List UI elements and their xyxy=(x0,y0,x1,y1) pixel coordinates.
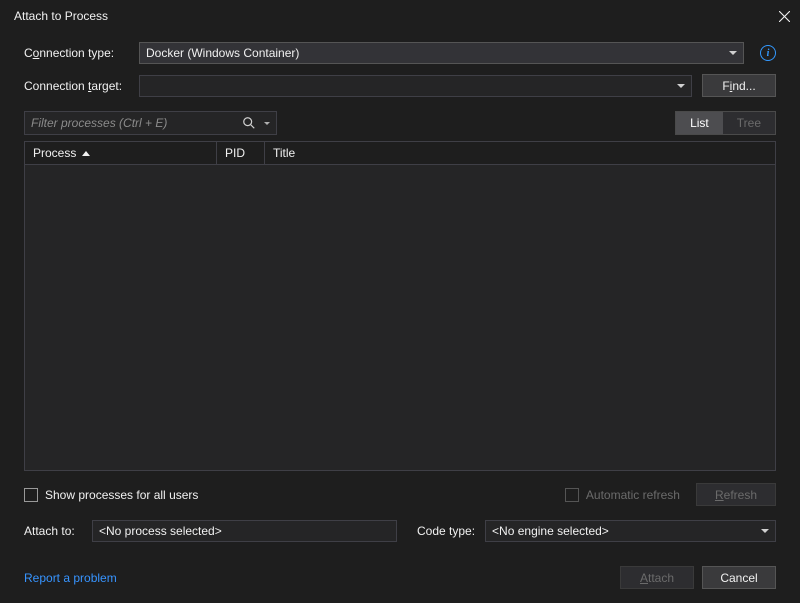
checkbox-icon xyxy=(24,488,38,502)
show-all-users-label: Show processes for all users xyxy=(45,488,198,502)
sort-ascending-icon xyxy=(82,151,90,156)
connection-type-value: Docker (Windows Container) xyxy=(146,46,299,60)
connection-target-row: Connection target: Find... xyxy=(24,74,776,97)
close-icon xyxy=(779,11,790,22)
connection-type-label: Connection type: xyxy=(24,46,129,60)
column-header-pid[interactable]: PID xyxy=(217,142,265,164)
chevron-down-icon[interactable] xyxy=(264,122,270,125)
auto-refresh-label: Automatic refresh xyxy=(586,488,680,502)
attach-button: Attach xyxy=(620,566,694,589)
window-title: Attach to Process xyxy=(14,9,108,23)
view-mode-group: List Tree xyxy=(675,111,776,135)
report-problem-link[interactable]: Report a problem xyxy=(24,571,117,585)
table-header-row: Process PID Title xyxy=(25,142,775,165)
table-body xyxy=(25,165,775,470)
checkbox-icon xyxy=(565,488,579,502)
attach-to-field: <No process selected> xyxy=(92,520,397,542)
filter-placeholder: Filter processes (Ctrl + E) xyxy=(31,116,242,130)
code-type-select[interactable]: <No engine selected> xyxy=(485,520,776,542)
connection-target-select[interactable] xyxy=(139,75,692,97)
close-button[interactable] xyxy=(772,4,796,28)
filter-input[interactable]: Filter processes (Ctrl + E) xyxy=(24,111,277,135)
refresh-button: Refresh xyxy=(696,483,776,506)
chevron-down-icon xyxy=(677,84,685,88)
cancel-button[interactable]: Cancel xyxy=(702,566,776,589)
title-bar: Attach to Process xyxy=(0,0,800,32)
info-icon[interactable]: i xyxy=(760,45,776,61)
connection-type-select[interactable]: Docker (Windows Container) xyxy=(139,42,744,64)
code-type-label: Code type: xyxy=(417,524,475,538)
chevron-down-icon xyxy=(761,529,769,533)
show-all-users-checkbox[interactable]: Show processes for all users xyxy=(24,488,198,502)
process-table: Process PID Title xyxy=(24,141,776,471)
find-button[interactable]: Find... xyxy=(702,74,776,97)
auto-refresh-checkbox: Automatic refresh xyxy=(565,488,680,502)
chevron-down-icon xyxy=(729,51,737,55)
column-header-title[interactable]: Title xyxy=(265,142,775,164)
search-icon xyxy=(242,116,256,130)
connection-type-row: Connection type: Docker (Windows Contain… xyxy=(24,42,776,64)
list-view-button[interactable]: List xyxy=(676,112,723,134)
column-header-process[interactable]: Process xyxy=(25,142,217,164)
tree-view-button[interactable]: Tree xyxy=(723,112,775,134)
attach-to-label: Attach to: xyxy=(24,524,82,538)
connection-target-label: Connection target: xyxy=(24,79,129,93)
code-type-value: <No engine selected> xyxy=(492,524,609,538)
